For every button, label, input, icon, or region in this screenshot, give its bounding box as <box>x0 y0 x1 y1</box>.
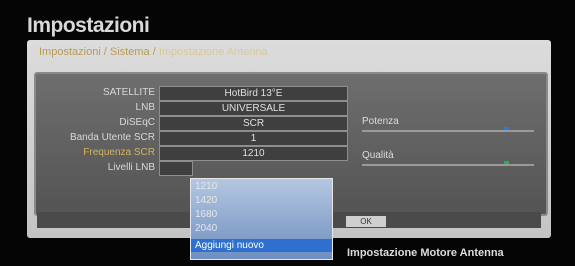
diseqc-label: DiSEqC <box>119 117 155 128</box>
dropdown-option[interactable]: 1420 <box>195 195 217 206</box>
tv-settings-screen: Impostazioni Impostazioni / Sistema / Im… <box>0 0 575 266</box>
lnb-level-label: Livelli LNB <box>107 162 155 173</box>
satellite-label: SATELLITE <box>102 87 155 98</box>
lnb-level-value[interactable] <box>159 161 193 176</box>
page-title: Impostazioni <box>27 14 150 37</box>
frequency-dropdown[interactable]: 1210 1420 1680 2040 Aggiungi nuovo <box>190 178 333 260</box>
user-band-label: Banda Utente SCR <box>69 132 155 143</box>
diseqc-value[interactable]: SCR <box>159 116 348 131</box>
power-meter-fill <box>504 127 509 130</box>
breadcrumb-separator: / <box>149 46 159 58</box>
power-meter <box>362 127 534 132</box>
breadcrumb-current: Impostazione Antenna <box>158 46 268 58</box>
lnb-value[interactable]: UNIVERSALE <box>159 101 348 116</box>
power-label: Potenza <box>362 116 399 127</box>
breadcrumb: Impostazioni / Sistema / Impostazione An… <box>39 46 268 58</box>
scr-frequency-label: Frequenza SCR <box>83 147 155 158</box>
ok-button[interactable]: OK <box>346 216 386 227</box>
dropdown-option[interactable]: 2040 <box>195 223 217 234</box>
lnb-label: LNB <box>135 102 155 113</box>
dropdown-option[interactable]: 1680 <box>195 209 217 220</box>
quality-meter-fill <box>504 161 509 164</box>
quality-meter <box>362 161 534 166</box>
scr-frequency-value[interactable]: 1210 <box>159 146 348 161</box>
satellite-value[interactable]: HotBird 13°E <box>159 86 348 101</box>
quality-label: Qualità <box>362 150 394 161</box>
breadcrumb-parent: Impostazioni / Sistema <box>39 46 150 58</box>
dropdown-option-add-new[interactable]: Aggiungi nuovo <box>191 239 332 252</box>
antenna-motor-settings-link[interactable]: Impostazione Motore Antenna <box>347 247 504 259</box>
user-band-value[interactable]: 1 <box>159 131 348 146</box>
dropdown-option[interactable]: 1210 <box>195 181 217 192</box>
